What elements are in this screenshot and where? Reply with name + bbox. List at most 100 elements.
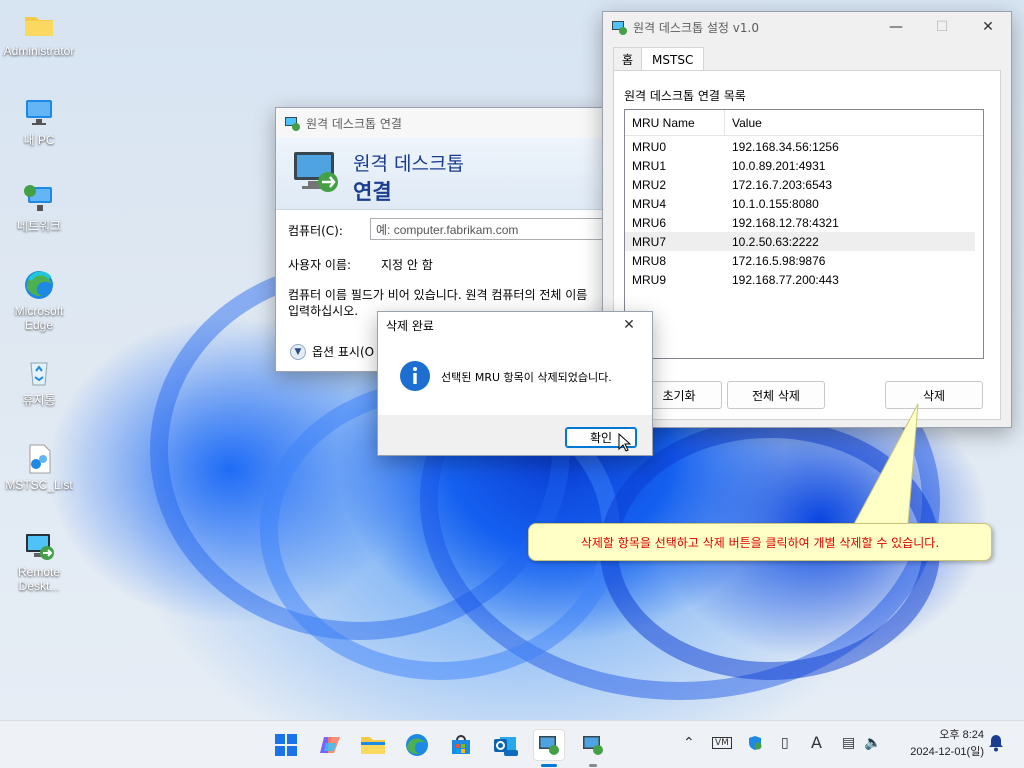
desktop-icon-mstsc-list[interactable]: MSTSC_List xyxy=(1,442,77,492)
mouse-cursor-icon xyxy=(618,432,632,456)
message-titlebar[interactable]: 삭제 완료 ✕ xyxy=(378,312,652,338)
mru-name-cell: MRU6 xyxy=(632,215,667,230)
ok-button-label: 확인 xyxy=(589,431,613,445)
mru-row[interactable]: MRU9 192.168.77.200:443 xyxy=(625,270,983,289)
delete-all-button[interactable]: 전체 삭제 xyxy=(727,381,825,409)
remote-desktop-icon xyxy=(22,529,56,563)
notification-bell-icon[interactable] xyxy=(988,734,1004,756)
security-shield-icon[interactable] xyxy=(747,735,763,755)
taskbar: ⌃ VM ▯ A ▤ 🔈 오후 8:24 2024-12-01(일) xyxy=(0,720,1024,768)
volume-icon[interactable]: 🔈 xyxy=(864,735,881,751)
rdc-banner-subtitle: 연결 xyxy=(353,180,392,204)
mru-value-cell: 192.168.12.78:4321 xyxy=(732,215,839,230)
mru-name-cell: MRU9 xyxy=(632,272,667,287)
options-label: 옵션 표시(O xyxy=(312,345,375,359)
mru-row[interactable]: MRU6 192.168.12.78:4321 xyxy=(625,213,983,232)
options-toggle[interactable]: ▼ 옵션 표시(O xyxy=(290,343,374,360)
file-explorer-icon[interactable] xyxy=(357,729,389,761)
ime-icon[interactable]: A xyxy=(811,733,822,752)
message-title: 삭제 완료 xyxy=(386,318,434,333)
usb-icon[interactable]: ▯ xyxy=(781,735,789,751)
mstsc-panel: 원격 데스크톱 연결 목록 MRU Name Value MRU0 192.168… xyxy=(613,70,1001,420)
rdc-title: 원격 데스크톱 연결 xyxy=(306,116,402,131)
recycle-bin-icon xyxy=(22,355,56,389)
desktop-icon-network[interactable]: 네트워크 xyxy=(1,181,77,234)
close-icon[interactable]: ✕ xyxy=(606,312,652,338)
copilot-icon[interactable] xyxy=(314,729,346,761)
tab-mstsc[interactable]: MSTSC xyxy=(641,47,705,71)
column-header-value[interactable]: Value xyxy=(725,110,762,135)
minimize-icon[interactable]: — xyxy=(873,12,919,42)
mru-row[interactable]: MRU2 172.16.7.203:6543 xyxy=(625,175,983,194)
desktop-icon-this-pc[interactable]: 내 PC xyxy=(1,95,77,148)
mru-row[interactable]: MRU8 172.16.5.98:9876 xyxy=(625,251,983,270)
mru-name-cell: MRU8 xyxy=(632,253,667,268)
info-line-2: 입력하십시오. xyxy=(288,304,359,318)
chevron-down-icon: ▼ xyxy=(290,343,306,360)
outlook-icon[interactable] xyxy=(489,729,521,761)
callout-pointer xyxy=(853,403,919,525)
folder-icon xyxy=(22,8,56,42)
remote-desktop-icon xyxy=(290,146,342,201)
column-header-name[interactable]: MRU Name xyxy=(625,110,725,135)
mru-value-cell: 192.168.34.56:1256 xyxy=(732,139,839,154)
message-dialog: 삭제 완료 ✕ 선택된 MRU 항목이 삭제되었습니다. 확인 xyxy=(377,311,653,456)
delete-button-label: 삭제 xyxy=(922,388,946,403)
mru-name-cell: MRU1 xyxy=(632,158,667,173)
clock-time: 오후 8:24 xyxy=(939,729,984,741)
mru-value-cell: 172.16.5.98:9876 xyxy=(732,253,826,268)
desktop-icon-recycle-bin[interactable]: 휴지통 xyxy=(1,355,77,408)
mru-row[interactable]: MRU4 10.1.0.155:8080 xyxy=(625,194,983,213)
desktop-icon-edge[interactable]: Microsoft Edge xyxy=(1,268,77,332)
desktop-icon-remote-desktop[interactable]: Remote Deskt... xyxy=(1,529,77,593)
running-app-indicator xyxy=(589,764,597,767)
computer-icon xyxy=(22,95,56,129)
rdc-banner: 원격 데스크톱 연결 xyxy=(276,138,604,210)
info-line-1: 컴퓨터 이름 필드가 비어 있습니다. 원격 컴퓨터의 전체 이름 xyxy=(288,288,588,302)
callout-tip: 삭제할 항목을 선택하고 삭제 버튼을 클릭하여 개별 삭제할 수 있습니다. xyxy=(528,523,992,561)
desktop-icon-administrator[interactable]: Administrator xyxy=(1,8,77,58)
mru-value-cell: 10.0.89.201:4931 xyxy=(732,158,826,173)
chevron-up-icon[interactable]: ⌃ xyxy=(683,735,695,751)
remote-desktop-icon[interactable] xyxy=(533,729,565,761)
computer-input[interactable]: 예: computer.fabrikam.com xyxy=(370,218,610,240)
mru-listview[interactable]: MRU Name Value MRU0 192.168.34.56:1256 MRU… xyxy=(624,109,984,359)
store-icon[interactable] xyxy=(445,729,477,761)
edge-icon[interactable] xyxy=(401,729,433,761)
list-header: MRU Name Value xyxy=(625,110,983,136)
reset-button-label: 초기화 xyxy=(662,388,696,403)
remote-desktop-icon xyxy=(284,115,300,131)
maximize-icon[interactable]: ☐ xyxy=(919,12,965,42)
computer-label: 컴퓨터(C): xyxy=(288,224,343,238)
clock[interactable]: 오후 8:24 2024-12-01(일) xyxy=(910,727,984,761)
user-label: 사용자 이름: xyxy=(288,258,352,272)
mru-name-cell: MRU7 xyxy=(632,234,667,249)
start-icon[interactable] xyxy=(270,729,302,761)
mru-row[interactable]: MRU0 192.168.34.56:1256 xyxy=(625,137,983,156)
callout-text: 삭제할 항목을 선택하고 삭제 버튼을 클릭하여 개별 삭제할 수 있습니다. xyxy=(580,535,940,550)
mru-value-cell: 192.168.77.200:443 xyxy=(732,272,839,287)
settings-window: 원격 데스크톱 설정 v1.0 — ☐ ✕ 홈 MSTSC 원격 데스크톱 연결… xyxy=(602,11,1012,428)
settings-title: 원격 데스크톱 설정 v1.0 xyxy=(633,20,759,35)
message-text: 선택된 MRU 항목이 삭제되었습니다. xyxy=(441,371,612,384)
rdc-titlebar[interactable]: 원격 데스크톱 연결 xyxy=(276,108,604,138)
close-icon[interactable]: ✕ xyxy=(965,12,1011,42)
remote-desktop-icon[interactable] xyxy=(577,729,609,761)
clock-date: 2024-12-01(일) xyxy=(910,746,984,758)
batch-file-icon xyxy=(22,442,56,476)
remote-desktop-icon xyxy=(611,19,627,35)
mru-row[interactable]: MRU1 10.0.89.201:4931 xyxy=(625,156,983,175)
active-app-indicator xyxy=(541,764,557,767)
mru-value-cell: 172.16.7.203:6543 xyxy=(732,177,833,192)
tab-strip: 홈 MSTSC xyxy=(613,47,705,71)
message-footer: 확인 xyxy=(378,415,652,455)
vm-icon[interactable]: VM xyxy=(712,737,732,749)
mru-value-cell: 10.1.0.155:8080 xyxy=(732,196,819,211)
edge-icon xyxy=(22,268,56,302)
info-icon xyxy=(399,360,431,395)
list-label: 원격 데스크톱 연결 목록 xyxy=(624,89,746,103)
settings-titlebar[interactable]: 원격 데스크톱 설정 v1.0 — ☐ ✕ xyxy=(603,12,1011,42)
network-icon[interactable]: ▤ xyxy=(842,735,855,751)
tab-home[interactable]: 홈 xyxy=(613,47,643,70)
mru-row[interactable]: MRU7 10.2.50.63:2222 xyxy=(625,232,975,251)
